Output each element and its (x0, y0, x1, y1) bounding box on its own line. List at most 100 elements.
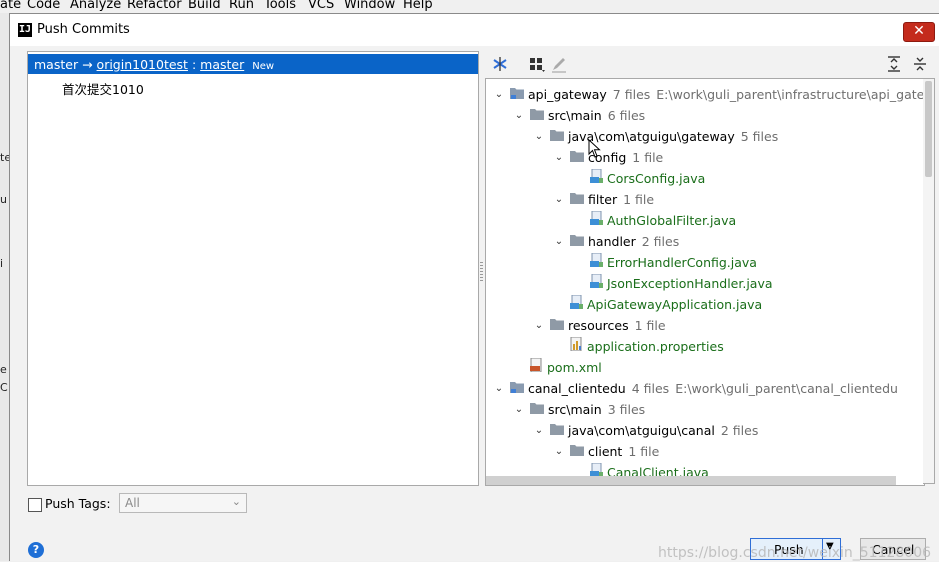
separator: : (191, 57, 197, 72)
file-count: 1 file (632, 150, 664, 165)
push-tags-checkbox[interactable] (28, 498, 42, 512)
expand-arrow-icon[interactable]: ⌄ (494, 84, 504, 105)
file-count: 2 files (641, 234, 680, 249)
tree-node-label: client (588, 444, 623, 459)
menu-tools[interactable]: Tools (264, 0, 296, 12)
tree-node-label: resources (568, 318, 629, 333)
remote-branch-link[interactable]: master (200, 57, 244, 72)
menu-ate[interactable]: ate (0, 0, 21, 12)
commits-panel: master → origin1010test : master New 首次提… (27, 51, 479, 486)
remote-link[interactable]: origin1010test (97, 57, 188, 72)
expand-arrow-icon[interactable]: ⌄ (554, 441, 564, 462)
folder-icon (550, 420, 564, 441)
expand-arrow-icon[interactable]: ⌄ (554, 189, 564, 210)
show-diff-icon[interactable] (490, 54, 510, 74)
tree-node-label: JsonExceptionHandler.java (607, 276, 773, 291)
help-icon[interactable]: ? (28, 542, 44, 558)
chevron-down-icon: ⌄ (231, 495, 241, 508)
local-branch: master (34, 57, 79, 72)
maven-file-icon (530, 357, 543, 378)
watermark: https://blog.csdn.net/weixin_51128006 (658, 545, 932, 561)
file-count: 1 file (628, 444, 660, 459)
tree-node-label: application.properties (587, 339, 724, 354)
folder-icon (570, 189, 584, 210)
module-path: E:\work\guli_parent\canal_clientedu (675, 381, 898, 396)
intellij-icon: IJ (18, 23, 32, 37)
tree-node-label: ApiGatewayApplication.java (587, 297, 763, 312)
folder-icon (570, 231, 584, 252)
menu-help[interactable]: Help (403, 0, 433, 12)
vertical-scrollbar[interactable] (923, 78, 935, 484)
file-count: 7 files (612, 87, 651, 102)
menu-code[interactable]: Code (27, 0, 60, 12)
new-badge: New (252, 61, 275, 72)
file-count: 5 files (740, 129, 779, 144)
expand-all-icon[interactable] (884, 54, 904, 74)
bg-fragment: u (0, 193, 7, 206)
folder-icon (550, 126, 564, 147)
tree-node-label: src\main (548, 402, 602, 417)
menu-vcs[interactable]: VCS (308, 0, 334, 12)
menu-build[interactable]: Build (188, 0, 221, 12)
expand-arrow-icon[interactable]: ⌄ (514, 105, 524, 126)
dialog-titlebar: IJ Push Commits ✕ (10, 14, 939, 46)
expand-arrow-icon[interactable]: ⌄ (514, 399, 524, 420)
menu-run[interactable]: Run (229, 0, 254, 12)
splitter-handle[interactable] (480, 262, 483, 282)
bg-fragment: e (0, 363, 7, 376)
folder-icon (550, 315, 564, 336)
changed-files-tree: ⌄ api_gateway 7 files E:\work\guli_parent\i… (485, 78, 925, 486)
scrollbar-thumb[interactable] (925, 81, 932, 177)
java-file-icon (590, 273, 603, 294)
module-icon (510, 378, 524, 399)
dialog-title: Push Commits (37, 22, 130, 37)
module-icon (510, 84, 524, 105)
collapse-all-icon[interactable] (910, 54, 930, 74)
java-file-icon (590, 210, 603, 231)
tree-node-label: canal_clientedu (528, 381, 626, 396)
file-count: 1 file (634, 318, 666, 333)
file-count: 2 files (720, 423, 759, 438)
expand-arrow-icon[interactable]: ⌄ (534, 315, 544, 336)
file-count: 1 file (623, 192, 655, 207)
java-file-icon (590, 252, 603, 273)
tree-node-label: src\main (548, 108, 602, 123)
tree-node-label: CorsConfig.java (607, 171, 706, 186)
file-count: 6 files (607, 108, 646, 123)
tags-select-value: All (125, 496, 140, 510)
file-count: 3 files (607, 402, 646, 417)
edit-source-icon[interactable] (549, 54, 569, 74)
expand-arrow-icon[interactable]: ⌄ (554, 231, 564, 252)
changes-toolbar (485, 54, 935, 78)
background-editor-strip: te u i e C (0, 13, 11, 561)
expand-arrow-icon[interactable]: ⌄ (554, 147, 564, 168)
expand-arrow-icon[interactable]: ⌄ (534, 126, 544, 147)
tree-node-label: AuthGlobalFilter.java (607, 213, 737, 228)
folder-icon (530, 105, 544, 126)
tree-node-label: java\com\atguigu\canal (568, 423, 715, 438)
arrow-icon: → (82, 57, 93, 72)
group-by-icon[interactable] (527, 54, 547, 74)
tree-node-label: filter (588, 192, 618, 207)
folder-icon (570, 441, 584, 462)
expand-arrow-icon[interactable]: ⌄ (494, 378, 504, 399)
menu-window[interactable]: Window (344, 0, 395, 12)
close-button[interactable]: ✕ (903, 22, 935, 42)
menu-analyze[interactable]: Analyze (70, 0, 121, 12)
tree-node-label: pom.xml (547, 360, 602, 375)
main-menubar: ate Code Analyze Refactor Build Run Tools VCS Wi… (0, 0, 939, 13)
push-commits-dialog: IJ Push Commits ✕ master → origin1010tes… (9, 13, 939, 561)
mouse-cursor-icon (588, 139, 601, 158)
folder-icon (570, 147, 584, 168)
menu-refactor[interactable]: Refactor (127, 0, 182, 12)
file-count: 4 files (631, 381, 670, 396)
push-target-row[interactable]: master → origin1010test : master New (28, 54, 478, 74)
commit-message-item[interactable]: 首次提交1010 (62, 79, 144, 98)
tags-select[interactable]: All ⌄ (119, 493, 247, 513)
properties-file-icon (570, 336, 583, 357)
module-path: E:\work\guli_parent\infrastructure\api_g… (656, 87, 925, 102)
expand-arrow-icon[interactable]: ⌄ (534, 420, 544, 441)
bg-fragment: i (0, 257, 4, 270)
tree-node-label: api_gateway (528, 87, 607, 102)
tree-node-label: handler (588, 234, 636, 249)
